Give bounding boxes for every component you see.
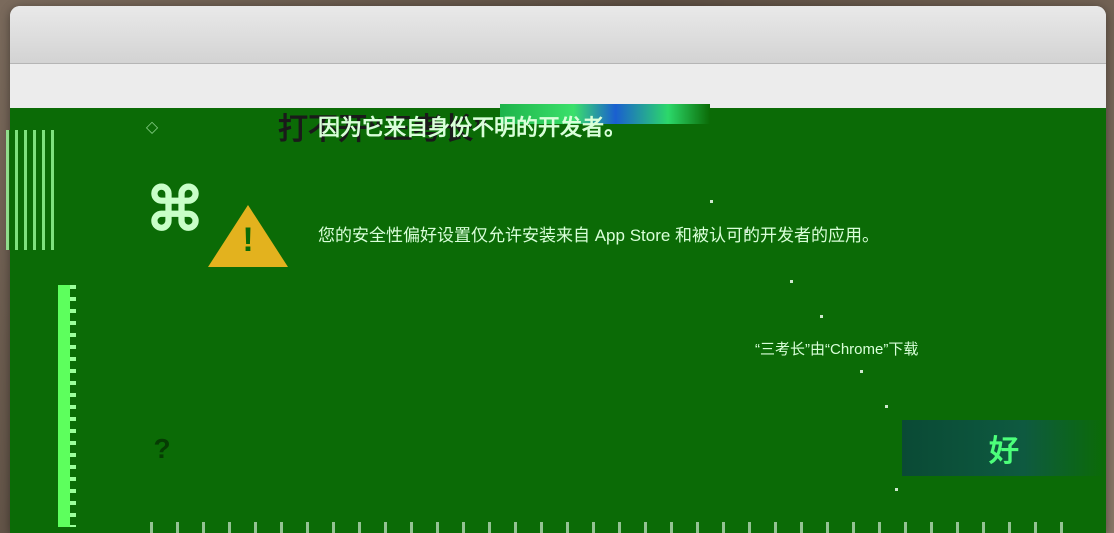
ok-button[interactable]: 好 [902, 420, 1106, 476]
glitch-dot [885, 405, 888, 408]
glitch-bar-left-dotted [70, 285, 76, 527]
glitch-bar-left [58, 285, 70, 527]
dialog-titlebar [10, 6, 1106, 64]
download-source-hint: “三考长”由“Chrome”下载 [755, 341, 919, 358]
glitch-bottom-strip [150, 522, 1080, 533]
glitch-dot [860, 370, 863, 373]
glitch-stripes [6, 130, 56, 250]
ghost-app-icon: ◇ [145, 119, 159, 136]
glitch-dot [895, 488, 898, 491]
dialog-title-continued: 因为它来自身份不明的开发者。 [318, 115, 627, 140]
glitch-dot [820, 315, 823, 318]
glitch-dot [790, 280, 793, 283]
alert-exclamation-icon: ! [242, 221, 254, 259]
glitch-dot [745, 230, 748, 233]
dialog-message: 您的安全性偏好设置仅允许安装来自 App Store 和被认可的开发者的应用。 [318, 226, 880, 245]
help-button[interactable]: ? [145, 432, 179, 466]
glitch-dot [710, 200, 713, 203]
